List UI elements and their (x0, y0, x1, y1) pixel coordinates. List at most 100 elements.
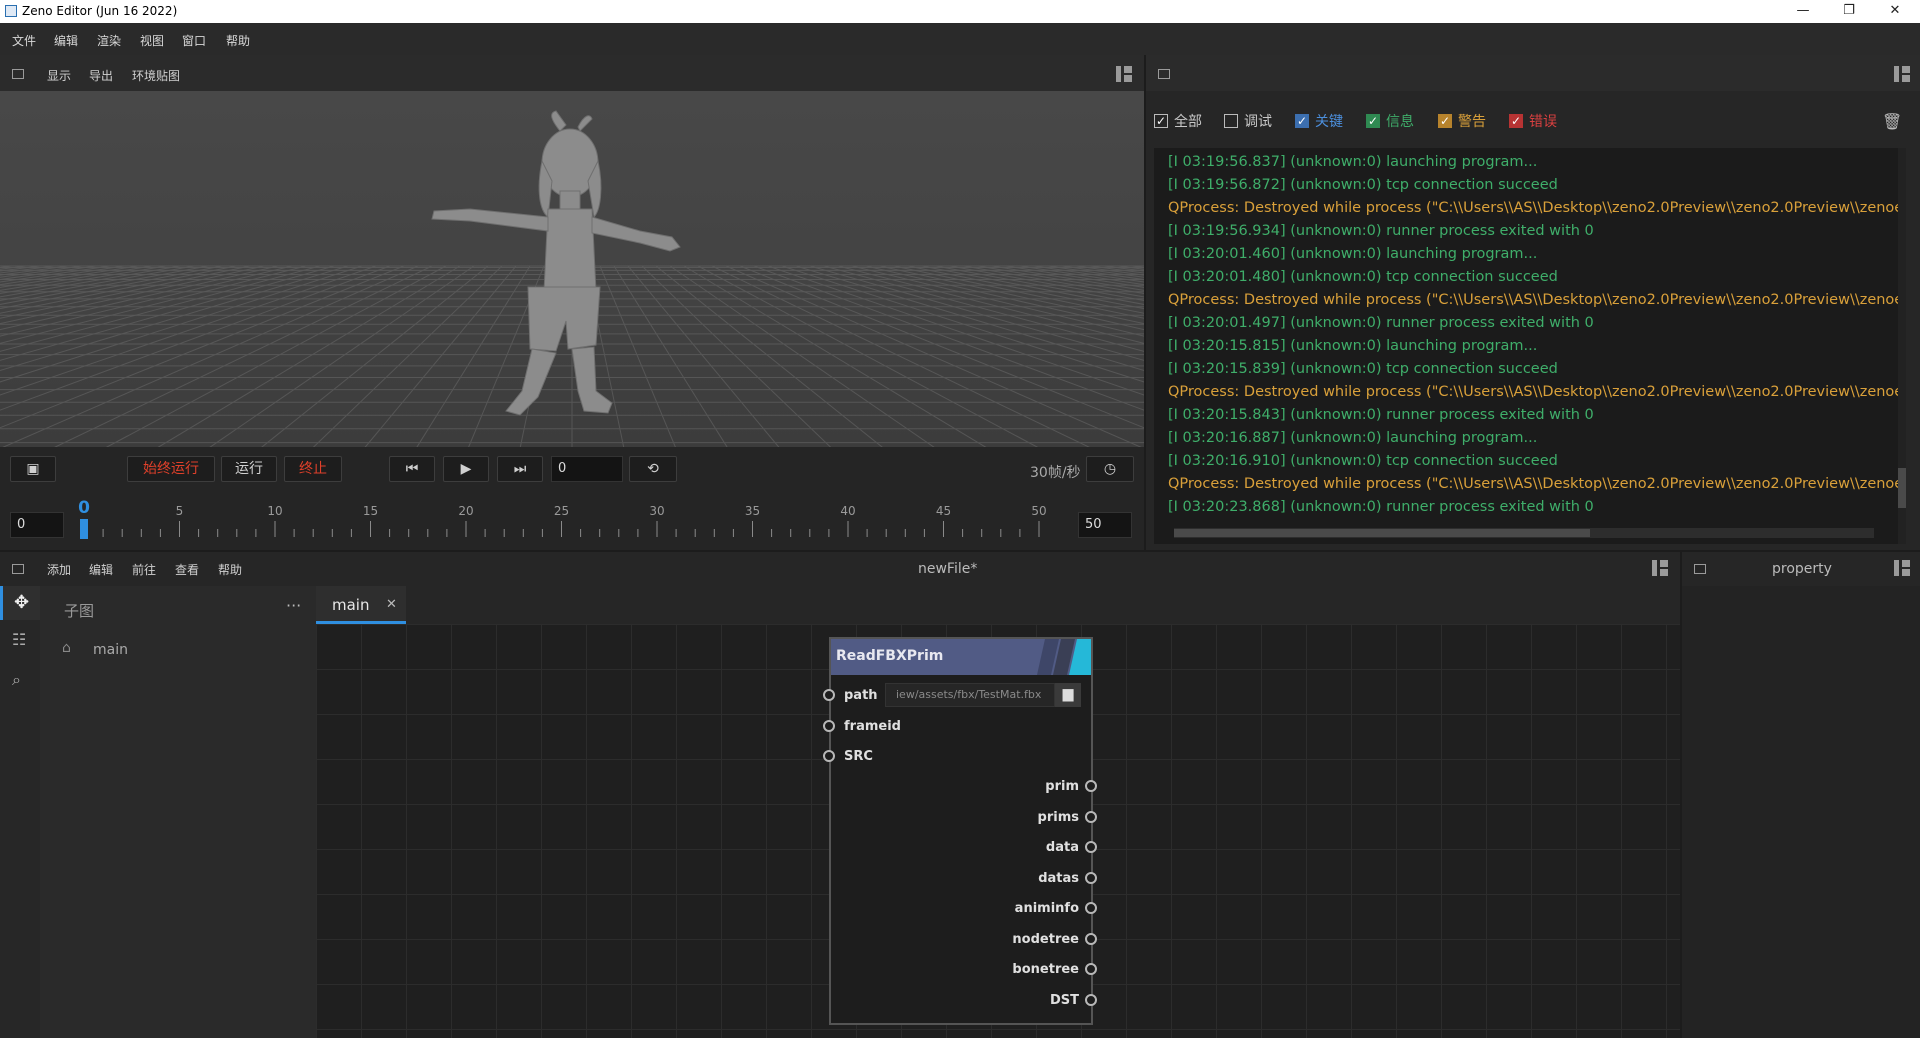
socket-out-prim[interactable] (1085, 780, 1097, 792)
output-label-datas: datas (1038, 870, 1079, 886)
close-window-button[interactable]: ✕ (1872, 0, 1918, 23)
log-hscroll-track[interactable] (1174, 528, 1874, 538)
socket-out-dst[interactable] (1085, 993, 1097, 1006)
socket-out-datas[interactable] (1085, 871, 1097, 884)
log-vscroll-track[interactable] (1898, 148, 1906, 544)
socket-out-bonetree[interactable] (1085, 963, 1097, 975)
start-frame-input[interactable]: 0 (10, 512, 64, 538)
log-vscroll-thumb[interactable] (1898, 468, 1906, 508)
editor-menu-edit[interactable]: 编辑 (89, 561, 113, 578)
trash-icon[interactable]: 🗑 (1882, 112, 1902, 131)
dock-icon[interactable] (1158, 69, 1170, 79)
minimize-button[interactable]: — (1780, 0, 1826, 23)
editor-menu-view[interactable]: 查看 (175, 561, 199, 578)
viewport-menu-display[interactable]: 显示 (47, 67, 71, 84)
stop-button[interactable]: 终止 (284, 456, 342, 482)
tab-main[interactable]: main ✕ (316, 586, 406, 624)
node-editor-icon[interactable]: ✥ (0, 586, 40, 620)
log-line: [I 03:19:56.837] (unknown:0) launching p… (1168, 154, 1538, 170)
socket-in-path[interactable] (823, 689, 835, 701)
filter-debug-label: 调试 (1244, 114, 1272, 130)
frame-input[interactable]: 0 (551, 456, 623, 482)
menu-bar: 文件 编辑 渲染 视图 窗口 帮助 (0, 23, 1920, 55)
run-button[interactable]: 运行 (221, 456, 277, 482)
current-frame-label: 0 (78, 498, 90, 518)
socket-out-prims[interactable] (1085, 810, 1097, 823)
3d-viewport[interactable] (0, 91, 1144, 447)
viewport-scene (0, 110, 1144, 447)
skip-forward-icon: ⏭ (513, 461, 527, 477)
dock-icon[interactable] (1694, 564, 1706, 574)
always-run-button[interactable]: 始终运行 (127, 456, 215, 482)
output-label-animinfo: animinfo (1014, 901, 1079, 916)
timeline-tick-label: 45 (936, 504, 951, 518)
log-output[interactable]: [I 03:19:56.837] (unknown:0) launching p… (1154, 148, 1904, 544)
subgraph-more-button[interactable]: ··· (286, 596, 301, 615)
socket-out-animinfo[interactable] (1085, 902, 1097, 914)
editor-menu-goto[interactable]: 前往 (132, 561, 156, 578)
split-view-icon[interactable] (1652, 560, 1668, 576)
filter-critical-label: 关键 (1315, 114, 1343, 130)
fps-settings-button[interactable]: ◷ (1086, 456, 1134, 482)
menu-window[interactable]: 窗口 (182, 32, 206, 49)
timeline[interactable]: 5 10 15 20 25 30 35 40 45 50 0 (76, 491, 1047, 541)
menu-view[interactable]: 视图 (140, 32, 164, 49)
end-frame-input[interactable]: 50 (1078, 512, 1132, 538)
timeline-tick-label: 25 (554, 504, 569, 518)
search-icon[interactable]: ⌕ (12, 670, 21, 690)
editor-menu-add[interactable]: 添加 (47, 561, 71, 578)
tab-close-icon[interactable]: ✕ (386, 597, 397, 612)
dock-icon[interactable] (12, 69, 24, 79)
socket-in-frameid[interactable] (823, 720, 835, 732)
split-view-icon[interactable] (1894, 560, 1910, 576)
node-title: ReadFBXPrim (836, 648, 944, 664)
node-header-options[interactable] (1035, 639, 1091, 675)
log-line: [I 03:20:23.868] (unknown:0) runner proc… (1168, 499, 1594, 515)
tree-icon[interactable]: ☷ (12, 630, 26, 649)
filter-all[interactable]: 全部 (1154, 112, 1202, 133)
maximize-button[interactable]: ❐ (1826, 0, 1872, 23)
log-line: [I 03:20:01.460] (unknown:0) launching p… (1168, 246, 1538, 262)
filter-warning-label: 警告 (1458, 114, 1486, 130)
editor-menu-help[interactable]: 帮助 (218, 561, 242, 578)
filter-error-label: 错误 (1529, 114, 1557, 130)
skip-back-button[interactable]: ⏮ (389, 456, 435, 482)
play-button[interactable]: ▶ (443, 456, 489, 482)
split-view-icon[interactable] (1894, 66, 1910, 82)
subgraph-item-main[interactable]: main (93, 642, 128, 658)
filter-debug[interactable]: 调试 (1224, 113, 1272, 133)
socket-out-data[interactable] (1085, 841, 1097, 853)
menu-render[interactable]: 渲染 (97, 32, 121, 49)
loop-icon: ⟲ (647, 461, 659, 477)
folder-icon[interactable]: ▆ (1055, 683, 1081, 707)
property-panel: property (1682, 552, 1920, 1038)
filter-info-label: 信息 (1386, 114, 1414, 130)
split-view-icon[interactable] (1116, 66, 1132, 82)
checkbox-icon (1438, 112, 1452, 130)
filter-error[interactable]: 错误 (1509, 112, 1557, 133)
path-input[interactable]: iew/assets/fbx/TestMat.fbx (885, 683, 1055, 707)
filter-warning[interactable]: 警告 (1438, 112, 1486, 133)
node-readfbxprim[interactable]: ReadFBXPrim path iew/assets/fbx/TestMat.… (823, 637, 1097, 1025)
viewport-menu-export[interactable]: 导出 (89, 67, 113, 84)
socket-out-nodetree[interactable] (1085, 932, 1097, 945)
editor-side-strip: ✥ ☷ ⌕ (0, 586, 40, 1038)
checkbox-icon (1366, 112, 1380, 130)
loop-button[interactable]: ⟲ (629, 456, 677, 482)
log-line: QProcess: Destroyed while process ("C:\\… (1168, 384, 1904, 400)
viewport-menu-envmap[interactable]: 环境贴图 (132, 67, 180, 84)
menu-edit[interactable]: 编辑 (54, 32, 78, 49)
menu-file[interactable]: 文件 (12, 32, 36, 49)
dock-icon[interactable] (12, 564, 24, 574)
timeline-tick-label: 30 (649, 504, 664, 518)
log-hscroll-thumb[interactable] (1174, 529, 1590, 537)
socket-in-src[interactable] (823, 750, 835, 762)
filter-info[interactable]: 信息 (1366, 112, 1414, 133)
node-header[interactable]: ReadFBXPrim (831, 639, 1091, 675)
filter-critical[interactable]: 关键 (1295, 112, 1343, 133)
timeline-playhead (80, 519, 88, 539)
skip-forward-button[interactable]: ⏭ (497, 456, 543, 482)
menu-help[interactable]: 帮助 (226, 32, 250, 49)
play-icon: ▶ (460, 461, 472, 477)
screenshot-button[interactable]: ▣ (10, 456, 56, 482)
